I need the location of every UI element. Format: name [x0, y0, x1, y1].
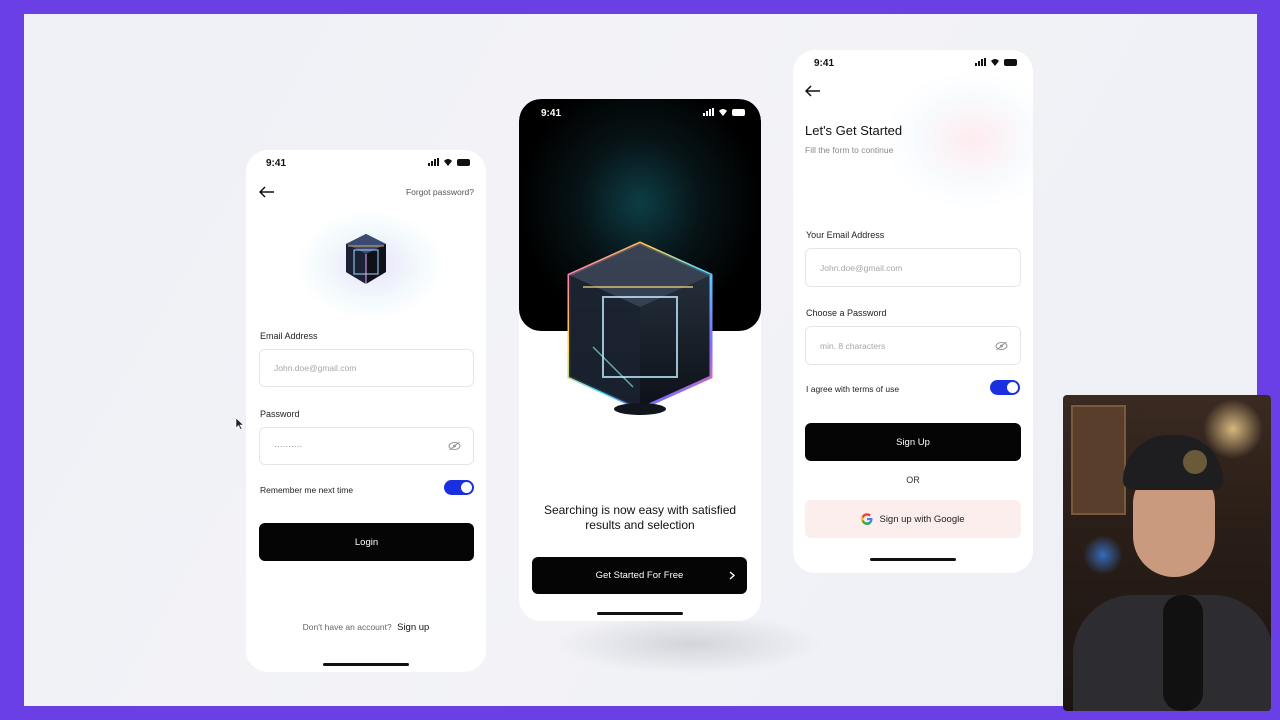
mouse-cursor-icon — [236, 418, 244, 430]
password-input[interactable]: ·········· — [259, 427, 474, 465]
email-placeholder: John.doe@gmail.com — [274, 363, 357, 373]
terms-label: I agree with terms of use — [806, 384, 900, 394]
blue-light — [1083, 535, 1123, 575]
email-label: Email Address — [260, 331, 318, 341]
status-icons — [975, 58, 1017, 66]
google-signup-button[interactable]: Sign up with Google — [805, 500, 1021, 538]
password-input[interactable]: min. 8 characters — [805, 326, 1021, 365]
login-button[interactable]: Login — [259, 523, 474, 561]
battery-icon — [1004, 58, 1017, 66]
signup-glow — [883, 70, 1033, 210]
status-icons — [428, 158, 470, 166]
lamp-glow — [1203, 399, 1263, 459]
status-bar: 9:41 — [246, 150, 486, 174]
signup-subtitle: Fill the form to continue — [805, 145, 894, 155]
signup-link[interactable]: Sign up — [397, 622, 429, 633]
microphone — [1163, 595, 1203, 711]
status-time: 9:41 — [266, 158, 287, 169]
wifi-icon — [719, 109, 727, 116]
password-value: ·········· — [274, 441, 303, 451]
status-time: 9:41 — [814, 58, 835, 69]
cap-logo — [1183, 450, 1207, 474]
google-button-label: Sign up with Google — [879, 513, 965, 525]
wifi-icon — [991, 59, 999, 66]
home-indicator — [597, 612, 683, 615]
forgot-password-link[interactable]: Forgot password? — [406, 187, 474, 197]
get-started-label: Get Started For Free — [595, 570, 684, 581]
status-bar: 9:41 — [793, 50, 1033, 74]
webcam-overlay — [1063, 395, 1271, 711]
password-label: Choose a Password — [806, 308, 887, 318]
email-label: Your Email Address — [806, 230, 885, 240]
onboarding-headline: Searching is now easy with satisfied res… — [543, 503, 737, 532]
back-arrow-icon[interactable] — [259, 186, 275, 198]
remember-label: Remember me next time — [260, 485, 354, 495]
no-account-text: Don't have an account? — [302, 622, 392, 632]
battery-icon — [457, 158, 470, 166]
signal-icon — [428, 158, 439, 166]
get-started-button[interactable]: Get Started For Free — [532, 557, 747, 594]
glass-cube-logo — [346, 234, 386, 284]
status-bar: 9:41 — [519, 99, 761, 123]
login-phone: 9:41 Forgot password? Email Address John… — [246, 150, 486, 672]
email-placeholder: John.doe@gmail.com — [820, 262, 903, 273]
home-indicator — [323, 663, 409, 666]
onboarding-phone: 9:41 Searching is now easy with satisfie… — [519, 99, 761, 621]
status-time: 9:41 — [541, 108, 562, 119]
wifi-icon — [444, 159, 452, 166]
signup-title: Let's Get Started — [805, 123, 903, 138]
email-input[interactable]: John.doe@gmail.com — [259, 349, 474, 387]
glass-cube-illustration — [567, 241, 713, 415]
signal-icon — [975, 58, 986, 66]
back-arrow-icon[interactable] — [805, 85, 821, 97]
eye-off-icon[interactable] — [995, 341, 1008, 350]
password-placeholder: min. 8 characters — [820, 340, 886, 351]
battery-icon — [732, 108, 745, 116]
google-icon — [861, 513, 873, 525]
signup-button[interactable]: Sign Up — [805, 423, 1021, 461]
onboarding-shadow — [554, 614, 824, 674]
chevron-right-icon — [729, 571, 735, 580]
home-indicator — [870, 558, 956, 561]
signup-prompt: Don't have an account? Sign up — [246, 622, 486, 633]
password-label: Password — [260, 409, 300, 419]
signal-icon — [703, 108, 714, 116]
or-divider: OR — [906, 475, 920, 485]
signup-phone: 9:41 Let's Get Started Fill the form to … — [793, 50, 1033, 573]
eye-off-icon[interactable] — [448, 441, 461, 451]
terms-toggle[interactable] — [990, 380, 1020, 395]
shelf-decor — [1071, 405, 1126, 515]
status-icons — [703, 108, 745, 116]
email-input[interactable]: John.doe@gmail.com — [805, 248, 1021, 287]
remember-toggle[interactable] — [444, 480, 474, 495]
